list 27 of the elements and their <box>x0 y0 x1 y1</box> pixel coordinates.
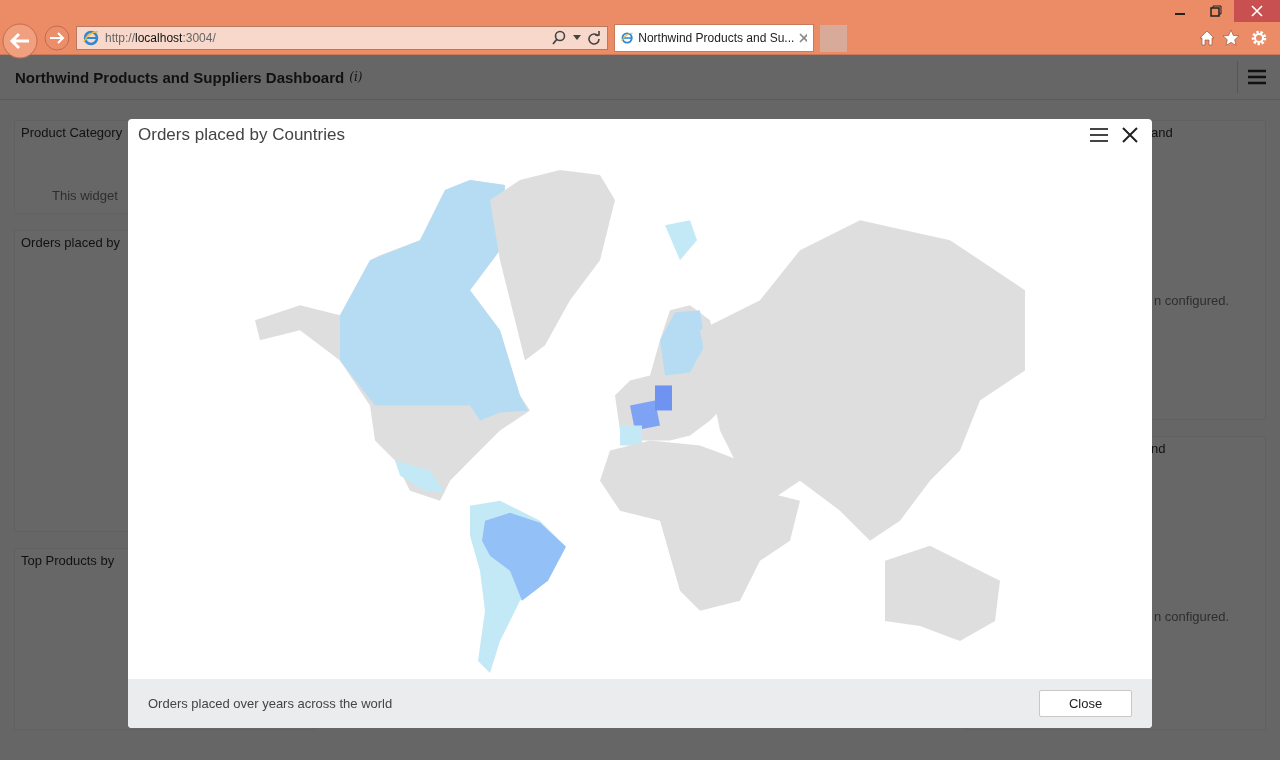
browser-tab[interactable]: Northwind Products and Su... <box>614 24 814 52</box>
menu-icon[interactable] <box>1090 127 1108 142</box>
address-bar[interactable]: http://localhost:3004/ <box>76 26 608 50</box>
widget-title: Product Category <box>21 125 123 140</box>
refresh-icon[interactable] <box>587 31 601 45</box>
dialog-title: Orders placed by Countries <box>138 124 346 145</box>
caret-icon[interactable] <box>573 35 581 41</box>
widget-message: n configured. <box>1154 293 1230 308</box>
browser-logo-icon <box>83 30 99 46</box>
close-button[interactable]: Close <box>1039 690 1132 717</box>
widget-message: n configured. <box>1154 609 1230 624</box>
star-icon[interactable] <box>1222 29 1240 47</box>
widget-title: Top Products by <box>21 553 115 568</box>
search-icon[interactable] <box>551 30 567 46</box>
settings-icon[interactable] <box>1250 29 1268 47</box>
close-icon[interactable] <box>1122 126 1138 143</box>
widget-title: nd <box>1151 441 1166 456</box>
forward-icon[interactable] <box>44 25 70 51</box>
back-icon[interactable] <box>2 23 38 59</box>
dashboard-title: Northwind Products and Suppliers Dashboard <box>15 68 345 86</box>
url-text: http://localhost:3004/ <box>105 31 217 45</box>
widget-title: Orders placed by <box>21 235 120 250</box>
browser-logo-icon <box>621 30 634 46</box>
dialog-description: Orders placed over years across the world <box>148 696 393 711</box>
widget-message: This widget <box>52 188 118 203</box>
widget-title: and <box>1151 125 1173 140</box>
home-icon[interactable] <box>1198 29 1216 47</box>
